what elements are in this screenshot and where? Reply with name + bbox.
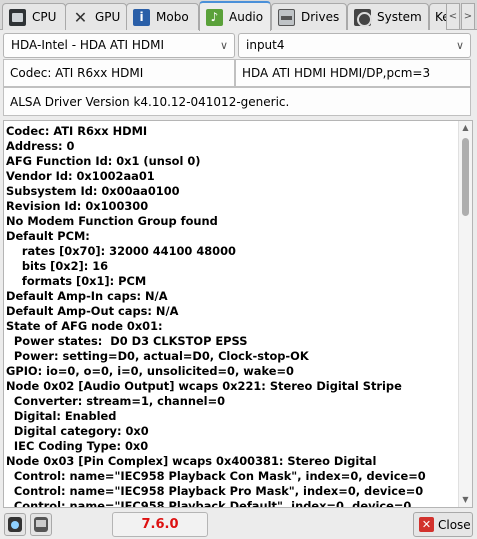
mobo-icon: i [133,8,150,26]
detail-line: Codec: ATI R6xx HDMI [6,124,148,138]
tab-system[interactable]: System [347,3,429,30]
tab-gpu[interactable]: ✕ GPU [65,3,127,30]
detail-line: formats [0x1]: PCM [6,274,147,288]
tab-cpu[interactable]: CPU [2,3,66,30]
detail-line: Control: name="IEC958 Playback Con Mask"… [6,469,426,483]
detail-line: Revision Id: 0x100300 [6,199,149,213]
sound-card-value: HDA-Intel - HDA ATI HDMI [11,38,165,52]
codec-details-text[interactable]: Codec: ATI R6xx HDMI Address: 0 AFG Functi… [3,120,473,508]
bottom-bar: 7.6.0 ✕ Close [0,510,477,539]
tab-scroll-right-button[interactable]: > [461,3,475,30]
tab-drives[interactable]: Drives [271,3,347,30]
tab-label: CPU [32,10,57,24]
report-icon [34,517,48,532]
scroll-down-icon[interactable]: ▼ [459,494,472,506]
detail-line: Node 0x03 [Pin Complex] wcaps 0x400381: … [6,454,377,468]
detail-line: Address: 0 [6,139,75,153]
detail-line: Default Amp-In caps: N/A [6,289,168,303]
chevron-left-icon: < [448,11,458,22]
input-value: input4 [246,38,285,52]
detail-line: bits [0x2]: 16 [6,259,109,273]
tab-label: Audio [229,10,264,24]
detail-line: AFG Function Id: 0x1 (unsol 0) [6,154,201,168]
close-label: Close [438,517,471,532]
detail-line: IEC Coding Type: 0x0 [6,439,149,453]
detail-line: Default Amp-Out caps: N/A [6,304,179,318]
input-select[interactable]: input4 ∨ [238,33,471,58]
gpu-icon: ✕ [73,7,88,27]
tab-bar: CPU ✕ GPU i Mobo ♪ Audio Drives System K… [0,0,477,31]
close-button[interactable]: ✕ Close [413,512,473,537]
detail-line: Control: name="IEC958 Playback Default",… [6,499,412,508]
detail-line: Node 0x02 [Audio Output] wcaps 0x221: St… [6,379,402,393]
detail-line: No Modem Function Group found [6,214,218,228]
tab-label: GPU [95,10,121,24]
detail-line: Converter: stream=1, channel=0 [6,394,226,408]
vertical-scrollbar[interactable]: ▲ ▼ [458,121,472,507]
detail-line: Control: name="IEC958 Playback Pro Mask"… [6,484,424,498]
detail-line: State of AFG node 0x01: [6,319,163,333]
driver-box: ALSA Driver Version k4.10.12-041012-gene… [3,87,471,116]
detail-line: rates [0x70]: 32000 44100 48000 [6,244,236,258]
tab-label: System [377,10,422,24]
driver-version-label: ALSA Driver Version k4.10.12-041012-gene… [10,94,290,109]
close-icon: ✕ [419,517,434,532]
tab-label: Mobo [156,10,189,24]
detail-line: Power: setting=D0, actual=D0, Clock-stop… [6,349,309,363]
system-icon [354,8,372,27]
tab-label: Drives [301,10,340,24]
detail-line: GPIO: io=0, o=0, i=0, unsolicited=0, wak… [6,364,294,378]
audio-icon: ♪ [206,8,223,26]
details-lines: Codec: ATI R6xx HDMI Address: 0 AFG Functi… [6,124,456,508]
detail-line: Power states: D0 D3 CLKSTOP EPSS [6,334,248,348]
version-label: 7.6.0 [112,512,208,537]
chevron-down-icon: ∨ [219,39,229,52]
detail-line: Subsystem Id: 0x00aa0100 [6,184,180,198]
chevron-down-icon: ∨ [455,39,465,52]
detail-line: Default PCM: [6,229,90,243]
device-label: HDA ATI HDMI HDMI/DP,pcm=3 [242,66,431,80]
report-button[interactable] [30,513,52,536]
tab-scroll-left-button[interactable]: < [446,3,460,30]
drives-icon [278,8,295,26]
about-button[interactable] [4,513,26,536]
detail-line: Digital category: 0x0 [6,424,149,438]
tab-mobo[interactable]: i Mobo [126,3,199,30]
detail-line: Digital: Enabled [6,409,117,423]
detail-line: Vendor Id: 0x1002aa01 [6,169,155,183]
cpu-icon [9,8,26,26]
codec-label: Codec: ATI R6xx HDMI [10,66,144,80]
device-box: HDA ATI HDMI HDMI/DP,pcm=3 [235,59,471,87]
sound-card-select[interactable]: HDA-Intel - HDA ATI HDMI ∨ [3,33,235,58]
scrollbar-thumb[interactable] [462,138,469,216]
scroll-up-icon[interactable]: ▲ [459,122,472,134]
chevron-right-icon: > [463,11,473,22]
about-icon [8,517,22,532]
tab-audio[interactable]: ♪ Audio [199,1,271,31]
codec-box: Codec: ATI R6xx HDMI [3,59,235,87]
